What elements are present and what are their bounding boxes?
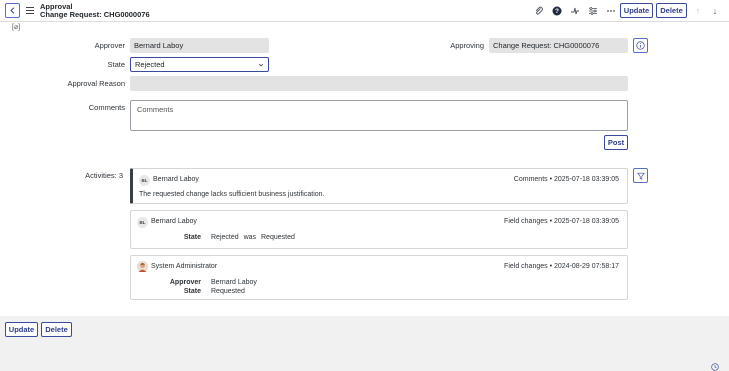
approver-label: Approver bbox=[94, 41, 125, 50]
avatar bbox=[137, 261, 148, 272]
more-options-icon[interactable] bbox=[605, 5, 616, 16]
activity-timestamp: 2025-07-18 03:39:05 bbox=[554, 176, 619, 183]
activities-label: Activities: 3 bbox=[85, 171, 123, 180]
form-body: [⌀] Approver Bernard Laboy Approving Cha… bbox=[0, 22, 729, 316]
activity-card: BL Bernard Laboy Field changes • 2025-07… bbox=[130, 210, 628, 249]
field-change-name: Approver bbox=[169, 279, 201, 286]
clock-icon[interactable] bbox=[711, 363, 719, 371]
activity-type: Field changes bbox=[504, 218, 548, 225]
activity-meta: Comments • 2025-07-18 03:39:05 bbox=[514, 176, 619, 183]
field-change-new: Bernard Laboy bbox=[211, 279, 257, 286]
comments-textarea[interactable]: Comments bbox=[130, 100, 628, 131]
activity-filter-button[interactable] bbox=[633, 168, 648, 183]
help-icon[interactable]: ? bbox=[551, 5, 562, 16]
previous-record-arrow-icon: ↑ bbox=[695, 5, 701, 16]
activity-author: System Administrator bbox=[151, 263, 218, 270]
header-update-button[interactable]: Update bbox=[620, 3, 653, 18]
state-select-value: Rejected bbox=[135, 60, 165, 69]
chevron-down-icon bbox=[258, 63, 264, 66]
activity-card: BL Bernard Laboy Comments • 2025-07-18 0… bbox=[130, 168, 628, 204]
header-titles: Approval Change Request: CHG0000076 bbox=[40, 3, 150, 19]
activity-stream-icon[interactable] bbox=[569, 5, 580, 16]
field-change-values: Rejected was Requested bbox=[211, 234, 295, 241]
field-change-new: Requested bbox=[211, 288, 245, 295]
paperclip-icon[interactable] bbox=[533, 5, 544, 16]
state-select[interactable]: Rejected bbox=[130, 57, 269, 72]
approval-reason-field[interactable] bbox=[130, 76, 628, 91]
user-photo-icon bbox=[137, 261, 148, 272]
activity-author: Bernard Laboy bbox=[151, 218, 197, 225]
comments-label: Comments bbox=[88, 103, 125, 112]
avatar: BL bbox=[139, 175, 150, 186]
back-button[interactable] bbox=[5, 3, 20, 18]
settings-sliders-icon[interactable] bbox=[587, 5, 598, 16]
field-change-new: Rejected bbox=[211, 234, 239, 241]
activity-type: Field changes bbox=[504, 263, 548, 270]
filter-icon bbox=[636, 172, 645, 180]
activity-timestamp: 2025-07-18 03:39:05 bbox=[554, 218, 619, 225]
footer-update-button[interactable]: Update bbox=[5, 322, 38, 337]
activity-meta: Field changes • 2025-07-18 03:39:05 bbox=[504, 218, 619, 225]
header-delete-button[interactable]: Delete bbox=[656, 3, 687, 18]
footer-delete-button[interactable]: Delete bbox=[41, 322, 72, 337]
form-header: Approval Change Request: CHG0000076 ? Up… bbox=[0, 0, 729, 22]
avatar: BL bbox=[137, 217, 148, 228]
attachment-marker: [⌀] bbox=[12, 24, 21, 31]
page-subtitle: Change Request: CHG0000076 bbox=[40, 10, 150, 19]
chevron-left-icon bbox=[10, 7, 15, 14]
state-label: State bbox=[107, 60, 125, 69]
field-change-name: State bbox=[183, 288, 201, 295]
approver-field[interactable]: Bernard Laboy bbox=[130, 38, 269, 53]
post-button[interactable]: Post bbox=[604, 135, 628, 150]
activity-timestamp: 2024-08-29 07:58:17 bbox=[554, 263, 619, 270]
info-button[interactable] bbox=[633, 38, 648, 53]
activity-type: Comments bbox=[513, 176, 548, 183]
approving-label: Approving bbox=[450, 41, 484, 50]
activity-comment-text: The requested change lacks sufficient bu… bbox=[139, 191, 325, 198]
svg-text:?: ? bbox=[555, 8, 559, 15]
context-menu-icon[interactable] bbox=[26, 5, 34, 15]
field-change-old: Requested bbox=[261, 234, 295, 241]
approval-reason-label: Approval Reason bbox=[67, 79, 125, 88]
approving-field[interactable]: Change Request: CHG0000076 bbox=[489, 38, 628, 53]
field-change-was: was bbox=[243, 234, 257, 241]
info-icon bbox=[636, 41, 645, 50]
activity-meta: Field changes • 2024-08-29 07:58:17 bbox=[504, 263, 619, 270]
next-record-arrow-icon[interactable]: ↓ bbox=[710, 5, 720, 16]
activity-author: Bernard Laboy bbox=[153, 176, 199, 183]
activity-card: System Administrator Field changes • 202… bbox=[130, 255, 628, 300]
field-change-name: State bbox=[183, 234, 201, 241]
